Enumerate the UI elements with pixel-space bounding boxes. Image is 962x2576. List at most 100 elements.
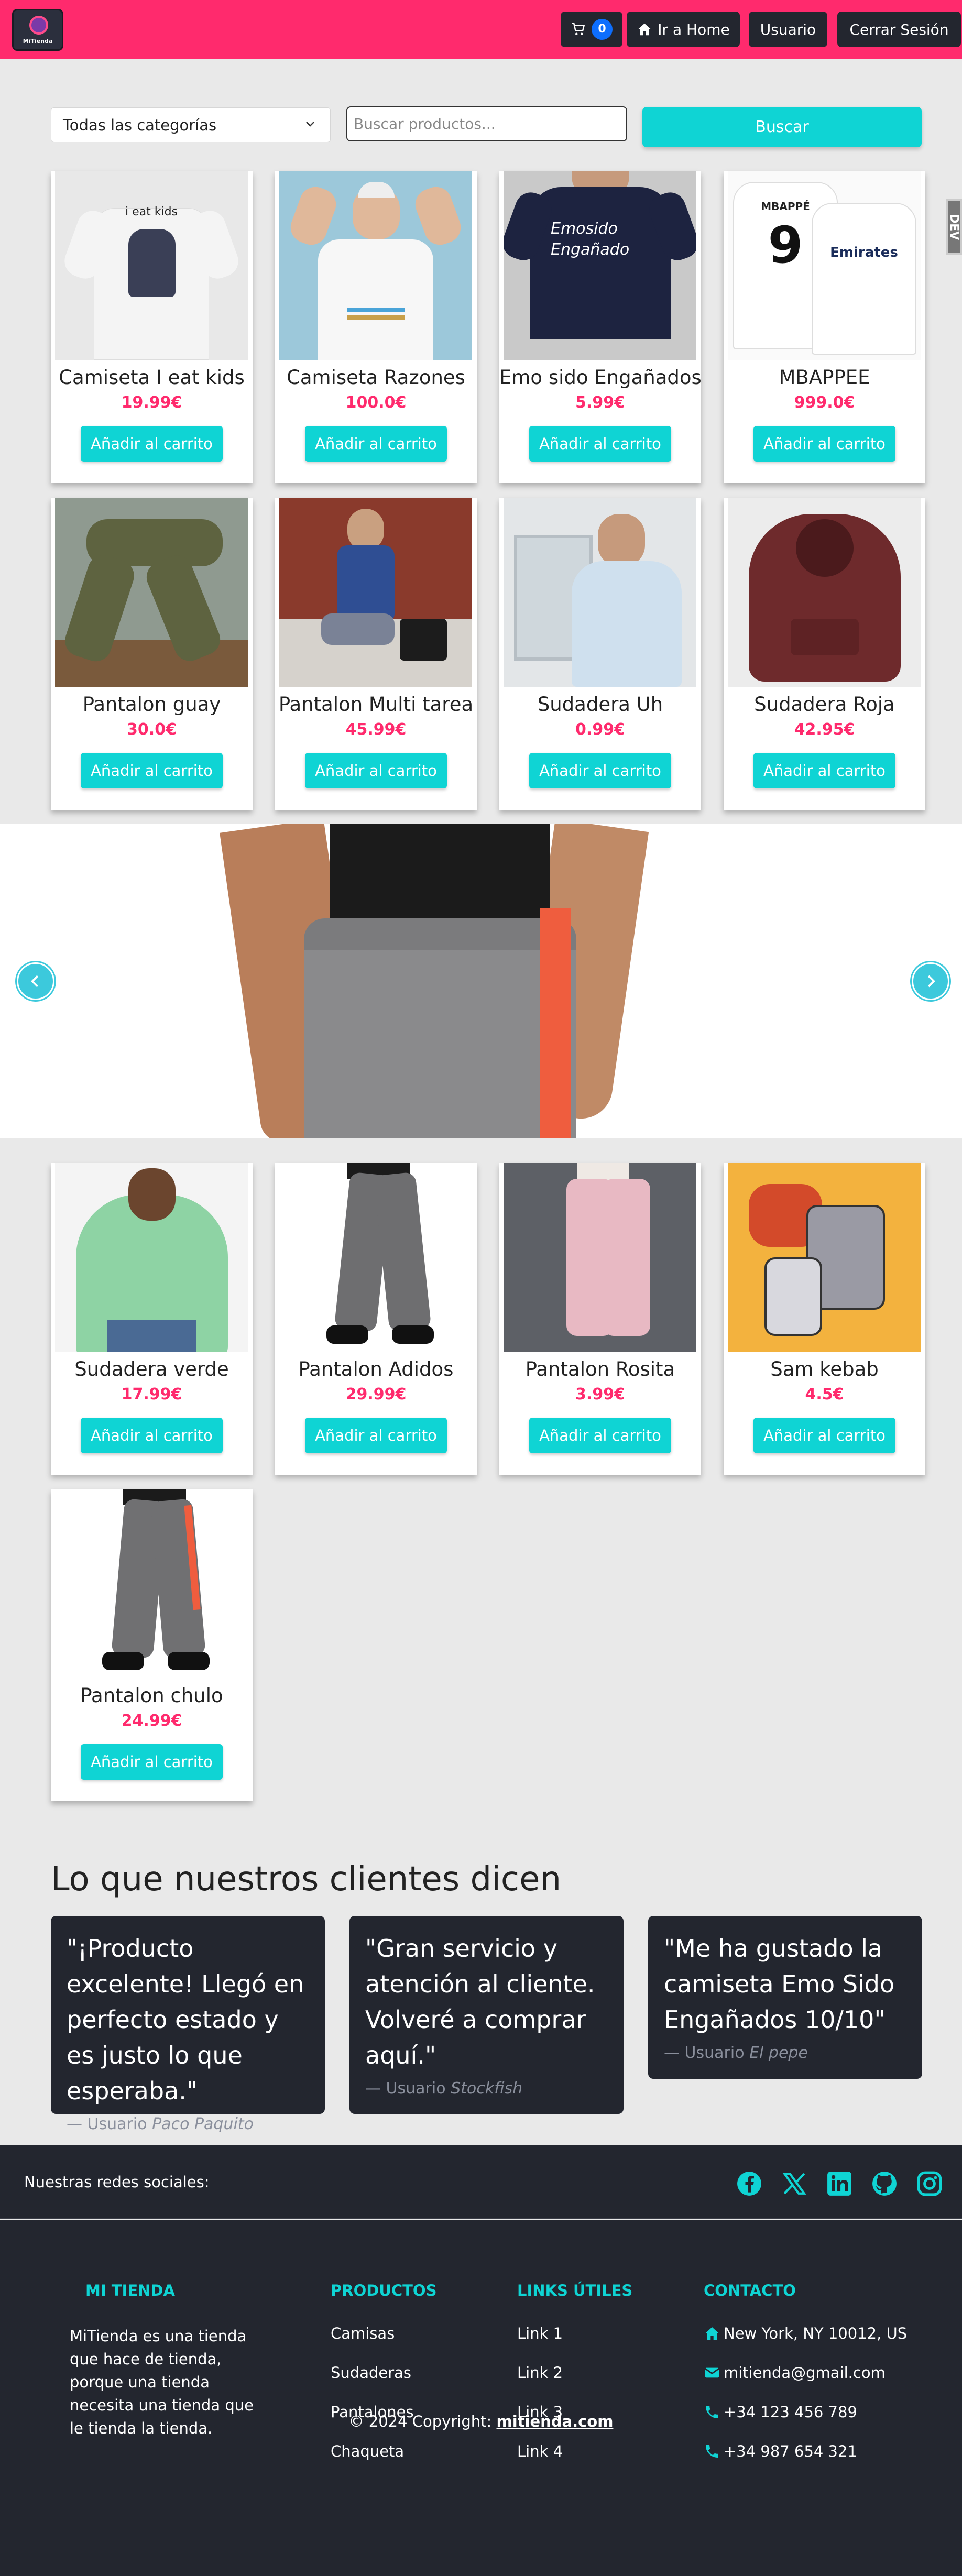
jersey-name: MBAPPÉ — [761, 200, 810, 213]
product-card: Sudadera Roja 42.95€ Añadir al carrito — [724, 498, 925, 810]
testimonial-author: — Usuario Stockfish — [365, 2079, 608, 2098]
carousel-image — [199, 824, 671, 1138]
add-to-cart-button[interactable]: Añadir al carrito — [753, 426, 895, 462]
add-to-cart-button[interactable]: Añadir al carrito — [529, 1418, 671, 1453]
testimonial-card: "Gran servicio y atención al cliente. Vo… — [349, 1916, 624, 2114]
add-to-cart-button[interactable]: Añadir al carrito — [529, 426, 671, 462]
footer-address: New York, NY 10012, US — [704, 2325, 907, 2342]
product-image — [279, 498, 472, 687]
social-label: Nuestras redes sociales: — [24, 2173, 210, 2191]
product-price: 100.0€ — [345, 393, 407, 412]
social-bar: Nuestras redes sociales: — [0, 2145, 962, 2219]
product-name: Sudadera verde — [74, 1358, 229, 1380]
home-button[interactable]: Ir a Home — [627, 12, 740, 47]
product-image — [728, 1163, 921, 1352]
product-card: i eat kids Camiseta I eat kids 19.99€ Añ… — [51, 171, 253, 483]
add-to-cart-button[interactable]: Añadir al carrito — [81, 426, 223, 462]
search-input[interactable] — [346, 106, 627, 141]
add-to-cart-button[interactable]: Añadir al carrito — [81, 1418, 223, 1453]
testimonial-quote: "Gran servicio y atención al cliente. Vo… — [365, 1934, 595, 2069]
home-label: Ir a Home — [658, 20, 730, 38]
category-selected: Todas las categorías — [63, 116, 217, 134]
logo[interactable]: MiTienda — [12, 9, 63, 51]
product-price: 17.99€ — [121, 1385, 182, 1404]
product-name: Sudadera Uh — [537, 693, 663, 716]
testimonial-author: — Usuario El pepe — [664, 2044, 906, 2062]
product-image — [504, 498, 696, 687]
footer-link-chaqueta[interactable]: Chaqueta — [331, 2442, 404, 2460]
facebook-icon[interactable] — [736, 2171, 762, 2197]
product-price: 3.99€ — [575, 1385, 625, 1404]
author-name: Paco Paquito — [152, 2115, 254, 2133]
x-icon[interactable] — [781, 2171, 807, 2197]
author-name: El pepe — [749, 2044, 808, 2062]
product-image — [55, 498, 248, 687]
product-price: 45.99€ — [345, 720, 407, 739]
carousel-prev-button[interactable] — [17, 962, 54, 1000]
jersey-sponsor: Emirates — [830, 245, 898, 260]
product-name: Pantalon guay — [82, 693, 221, 716]
footer-link-4[interactable]: Link 4 — [517, 2442, 563, 2460]
product-card: MBAPPÉ 9 Emirates MBAPPEE 999.0€ Añadir … — [724, 171, 925, 483]
add-to-cart-button[interactable]: Añadir al carrito — [753, 753, 895, 788]
copyright-text: © 2024 Copyright: — [348, 2413, 492, 2430]
product-name: Pantalon chulo — [80, 1684, 223, 1707]
testimonial-card: "Me ha gustado la camiseta Emo Sido Enga… — [648, 1916, 922, 2079]
navbar: MiTienda 0 Ir a Home Usuario Cerrar Sesi… — [0, 0, 962, 59]
product-price: 999.0€ — [794, 393, 855, 412]
add-to-cart-button[interactable]: Añadir al carrito — [529, 753, 671, 788]
testimonials-heading: Lo que nuestros clientes dicen — [51, 1860, 561, 1899]
carousel — [0, 824, 962, 1138]
home-icon — [638, 23, 651, 36]
envelope-icon — [704, 2367, 720, 2378]
footer-link-2[interactable]: Link 2 — [517, 2364, 563, 2382]
add-to-cart-button[interactable]: Añadir al carrito — [81, 1744, 223, 1780]
add-to-cart-button[interactable]: Añadir al carrito — [81, 753, 223, 788]
testimonial-quote: "¡Producto excelente! Llegó en perfecto … — [67, 1934, 304, 2105]
product-name: MBAPPEE — [779, 366, 870, 389]
product-card: Camiseta Razones 100.0€ Añadir al carrit… — [275, 171, 477, 483]
footer-contact-title: CONTACTO — [704, 2282, 796, 2299]
footer-phone-2: +34 987 654 321 — [704, 2442, 857, 2460]
logout-button[interactable]: Cerrar Sesión — [837, 12, 961, 47]
footer-link-camisas[interactable]: Camisas — [331, 2325, 395, 2342]
product-card: Emosido Engañado Emo sido Engañados 5.99… — [499, 171, 702, 483]
category-select[interactable]: Todas las categorías — [51, 107, 331, 142]
search-button[interactable]: Buscar — [642, 107, 922, 147]
chevron-right-icon — [927, 975, 935, 988]
chevron-left-icon — [31, 975, 39, 988]
copyright: © 2024 Copyright: mitienda.com — [0, 2413, 962, 2430]
product-card: Pantalon Rosita 3.99€ Añadir al carrito — [499, 1163, 701, 1475]
product-price: 5.99€ — [575, 393, 625, 412]
copyright-link[interactable]: mitienda.com — [496, 2413, 613, 2430]
add-to-cart-button[interactable]: Añadir al carrito — [305, 426, 447, 462]
instagram-icon[interactable] — [916, 2171, 943, 2197]
product-card: Pantalon guay 30.0€ Añadir al carrito — [51, 498, 253, 810]
footer-link-sudaderas[interactable]: Sudaderas — [331, 2364, 411, 2382]
home-icon — [705, 2327, 719, 2340]
product-image — [279, 1163, 472, 1352]
footer-link-1[interactable]: Link 1 — [517, 2325, 563, 2342]
cart-icon — [572, 23, 585, 35]
product-print-text: i eat kids — [125, 205, 178, 218]
user-button[interactable]: Usuario — [749, 12, 827, 47]
add-to-cart-button[interactable]: Añadir al carrito — [305, 753, 447, 788]
carousel-next-button[interactable] — [912, 962, 949, 1000]
chevron-down-icon — [306, 122, 314, 127]
add-to-cart-button[interactable]: Añadir al carrito — [305, 1418, 447, 1453]
linkedin-icon[interactable] — [826, 2171, 852, 2197]
github-icon[interactable] — [871, 2171, 898, 2197]
footer: MI TIENDA MiTienda es una tienda que hac… — [0, 2220, 962, 2576]
cart-button[interactable]: 0 — [561, 12, 622, 47]
footer-about-title: MI TIENDA — [85, 2282, 175, 2299]
product-name: Camiseta Razones — [287, 366, 465, 389]
product-name: Pantalon Multi tarea — [278, 693, 474, 716]
add-to-cart-button[interactable]: Añadir al carrito — [753, 1418, 895, 1453]
side-tab[interactable]: DEV — [946, 199, 962, 255]
product-image — [55, 1489, 248, 1678]
logo-text: MiTienda — [23, 38, 53, 45]
product-card: Sam kebab 4.5€ Añadir al carrito — [724, 1163, 925, 1475]
testimonial-quote: "Me ha gustado la camiseta Emo Sido Enga… — [664, 1934, 895, 2034]
product-card: Pantalon Adidos 29.99€ Añadir al carrito — [275, 1163, 477, 1475]
footer-products-title: PRODUCTOS — [331, 2282, 437, 2299]
